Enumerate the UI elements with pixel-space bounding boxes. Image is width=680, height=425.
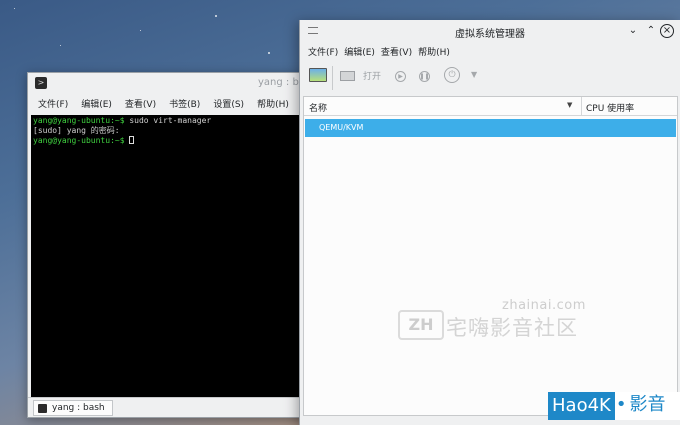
terminal-line: yang@yang-ubuntu:~$ sudo virt-manager [33, 116, 303, 126]
watermark-logo: ZH [398, 310, 444, 340]
badge-brand: Hao4K [548, 392, 615, 420]
star [268, 52, 270, 54]
badge-dot: • [614, 392, 628, 420]
column-cpu-header[interactable]: CPU 使用率 [586, 101, 634, 114]
virt-manager-window[interactable]: 虚拟系统管理器 ⌄ ⌃ × 文件(F) 编辑(E) 查看(V) 帮助(H) 打开… [299, 20, 680, 425]
chevron-down-icon[interactable]: ▼ [471, 70, 477, 79]
list-header: 名称 ▼ CPU 使用率 [304, 97, 677, 116]
sort-arrow-icon[interactable]: ▼ [567, 101, 572, 109]
virt-manager-titlebar[interactable]: 虚拟系统管理器 ⌄ ⌃ × [300, 20, 680, 42]
star [60, 45, 61, 46]
terminal-output: [sudo] yang 的密码: [33, 126, 120, 135]
terminal-app-icon[interactable]: > [35, 77, 47, 89]
star [14, 8, 15, 9]
terminal-line: yang@yang-ubuntu:~$ [33, 136, 303, 146]
watermark-url: zhainai.com [502, 298, 586, 313]
terminal-command: sudo virt-manager [124, 116, 212, 125]
star [140, 30, 141, 31]
menu-view[interactable]: 查看(V) [381, 45, 412, 58]
column-name-header[interactable]: 名称 [309, 101, 327, 114]
terminal-cursor [129, 136, 135, 144]
monitor-icon[interactable] [340, 71, 355, 81]
terminal-prompt: yang@yang-ubuntu:~$ [33, 116, 125, 125]
terminal-window[interactable]: > yang : bash 文件(F) 编辑(E) 查看(V) 书签(B) 设置… [27, 72, 316, 418]
terminal-tab[interactable]: yang : bash [33, 400, 113, 416]
watermark-text: 宅嗨影音社区 [446, 316, 578, 340]
run-icon[interactable]: ▶ [395, 71, 406, 82]
virt-manager-menubar: 文件(F) 编辑(E) 查看(V) 帮助(H) [300, 42, 680, 61]
connection-row[interactable]: QEMU/KVM [305, 119, 676, 137]
pause-icon[interactable]: ❚❚ [419, 71, 430, 82]
close-icon[interactable]: × [660, 24, 674, 38]
terminal-menu-file[interactable]: 文件(F) [38, 97, 68, 110]
menu-file[interactable]: 文件(F) [308, 45, 338, 58]
terminal-menu-view[interactable]: 查看(V) [125, 97, 156, 110]
terminal-menubar: 文件(F) 编辑(E) 查看(V) 书签(B) 设置(S) 帮助(H) [28, 93, 308, 113]
column-divider[interactable] [581, 97, 582, 116]
site-badge: Hao4K • 影音 [548, 392, 680, 420]
terminal-tabbar: yang : bash [28, 397, 308, 417]
window-title: 虚拟系统管理器 [455, 29, 525, 40]
terminal-menu-bookmarks[interactable]: 书签(B) [169, 97, 200, 110]
terminal-menu-edit[interactable]: 编辑(E) [81, 97, 112, 110]
minimize-icon[interactable]: ⌄ [626, 24, 640, 38]
terminal-tab-label: yang : bash [52, 403, 105, 413]
menu-help[interactable]: 帮助(H) [418, 45, 450, 58]
new-vm-icon[interactable] [309, 68, 327, 82]
star [215, 15, 217, 17]
badge-suffix: 影音 [627, 392, 680, 420]
terminal-prompt: yang@yang-ubuntu:~$ [33, 136, 125, 145]
menu-edit[interactable]: 编辑(E) [344, 45, 375, 58]
terminal-icon [38, 403, 47, 413]
terminal-menu-settings[interactable]: 设置(S) [213, 97, 244, 110]
toolbar-separator [332, 66, 333, 90]
connection-list[interactable]: 名称 ▼ CPU 使用率 QEMU/KVM [303, 96, 678, 416]
terminal-titlebar[interactable]: > yang : bash [28, 73, 316, 93]
terminal-menu-help[interactable]: 帮助(H) [257, 97, 289, 110]
terminal-line: [sudo] yang 的密码: [33, 126, 303, 136]
maximize-icon[interactable]: ⌃ [644, 24, 658, 38]
toolbar: 打开 ▶ ❚❚ ⏻ ▼ [300, 61, 680, 96]
power-icon[interactable]: ⏻ [444, 67, 460, 83]
terminal-screen[interactable]: yang@yang-ubuntu:~$ sudo virt-manager [su… [31, 115, 305, 399]
open-button[interactable]: 打开 [363, 69, 381, 82]
